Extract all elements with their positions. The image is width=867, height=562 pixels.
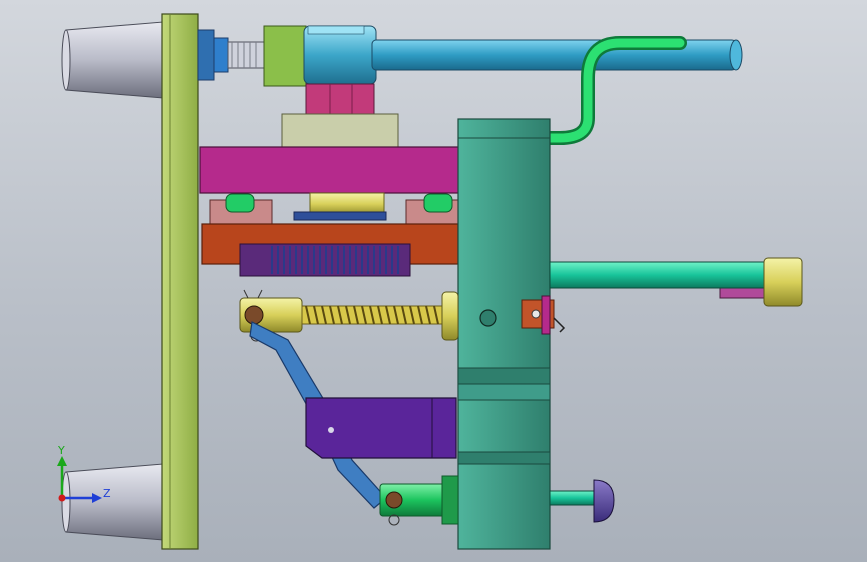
mold-assembly-drawing: Y Z bbox=[57, 13, 803, 550]
thread-fitting bbox=[227, 41, 269, 69]
teal-cooling-tube bbox=[549, 257, 803, 307]
x-axis-point bbox=[58, 494, 66, 502]
bearing-housings bbox=[209, 192, 463, 225]
gear-cover-plate bbox=[199, 146, 483, 194]
hex-nut bbox=[305, 83, 375, 115]
compression-spring bbox=[301, 305, 443, 325]
ejector-rod-knob bbox=[549, 479, 615, 523]
clamping-backplate bbox=[161, 13, 199, 550]
slider-block bbox=[305, 397, 457, 459]
ejector-block bbox=[457, 118, 551, 550]
spacer-block bbox=[281, 113, 399, 149]
cad-viewport[interactable]: Y Z bbox=[0, 0, 867, 562]
lower-pin bbox=[379, 475, 459, 526]
latch-clip bbox=[521, 295, 566, 335]
z-axis-label: Z bbox=[103, 487, 111, 500]
top-water-connector bbox=[197, 25, 377, 87]
upper-locating-cone bbox=[61, 21, 164, 99]
rack-and-gear bbox=[201, 223, 459, 277]
lower-locating-cone bbox=[61, 463, 164, 541]
y-axis-label: Y bbox=[57, 444, 65, 457]
